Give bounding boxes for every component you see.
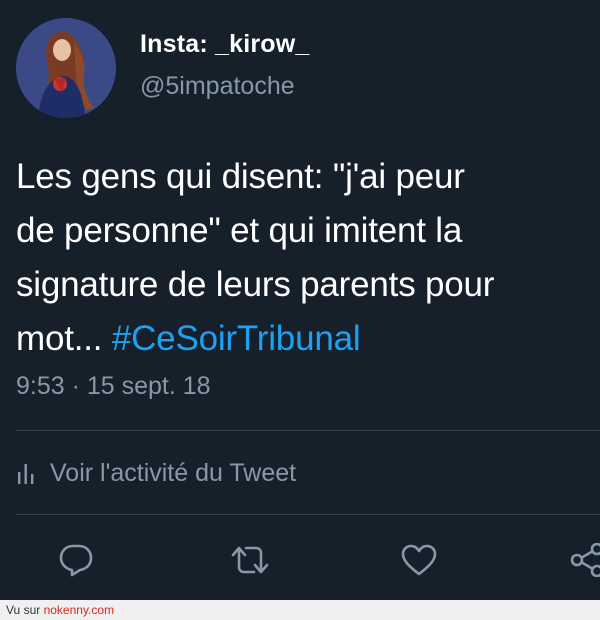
source-link[interactable]: nokenny.com [44, 603, 114, 617]
retweet-button[interactable] [230, 540, 270, 580]
avatar[interactable] [16, 18, 116, 118]
divider [16, 430, 600, 431]
source-footer: Vu sur nokenny.com [0, 600, 600, 620]
analytics-icon [18, 464, 34, 484]
view-activity-label: Voir l'activité du Tweet [50, 458, 297, 487]
display-name[interactable]: Insta: _kirow_ [140, 30, 310, 59]
tweet-text: Les gens qui disent: "j'ai peur de perso… [16, 150, 600, 366]
user-handle[interactable]: @5impatoche [140, 72, 295, 101]
footer-prefix: Vu sur [6, 603, 44, 617]
divider [16, 514, 600, 515]
view-activity-link[interactable]: Voir l'activité du Tweet [16, 456, 296, 490]
tweet-container: Insta: _kirow_ @5impatoche Les gens qui … [0, 0, 600, 600]
share-icon [570, 543, 600, 577]
reply-icon [59, 544, 93, 577]
retweet-icon [231, 546, 269, 574]
tweet-timestamp[interactable]: 9:53 · 15 sept. 18 [16, 372, 211, 401]
avatar-illustration [16, 18, 116, 118]
like-button[interactable] [399, 540, 439, 580]
share-button[interactable] [566, 540, 600, 580]
like-icon [401, 544, 437, 576]
reply-button[interactable] [56, 540, 96, 580]
hashtag-link[interactable]: #CeSoirTribunal [112, 319, 361, 358]
